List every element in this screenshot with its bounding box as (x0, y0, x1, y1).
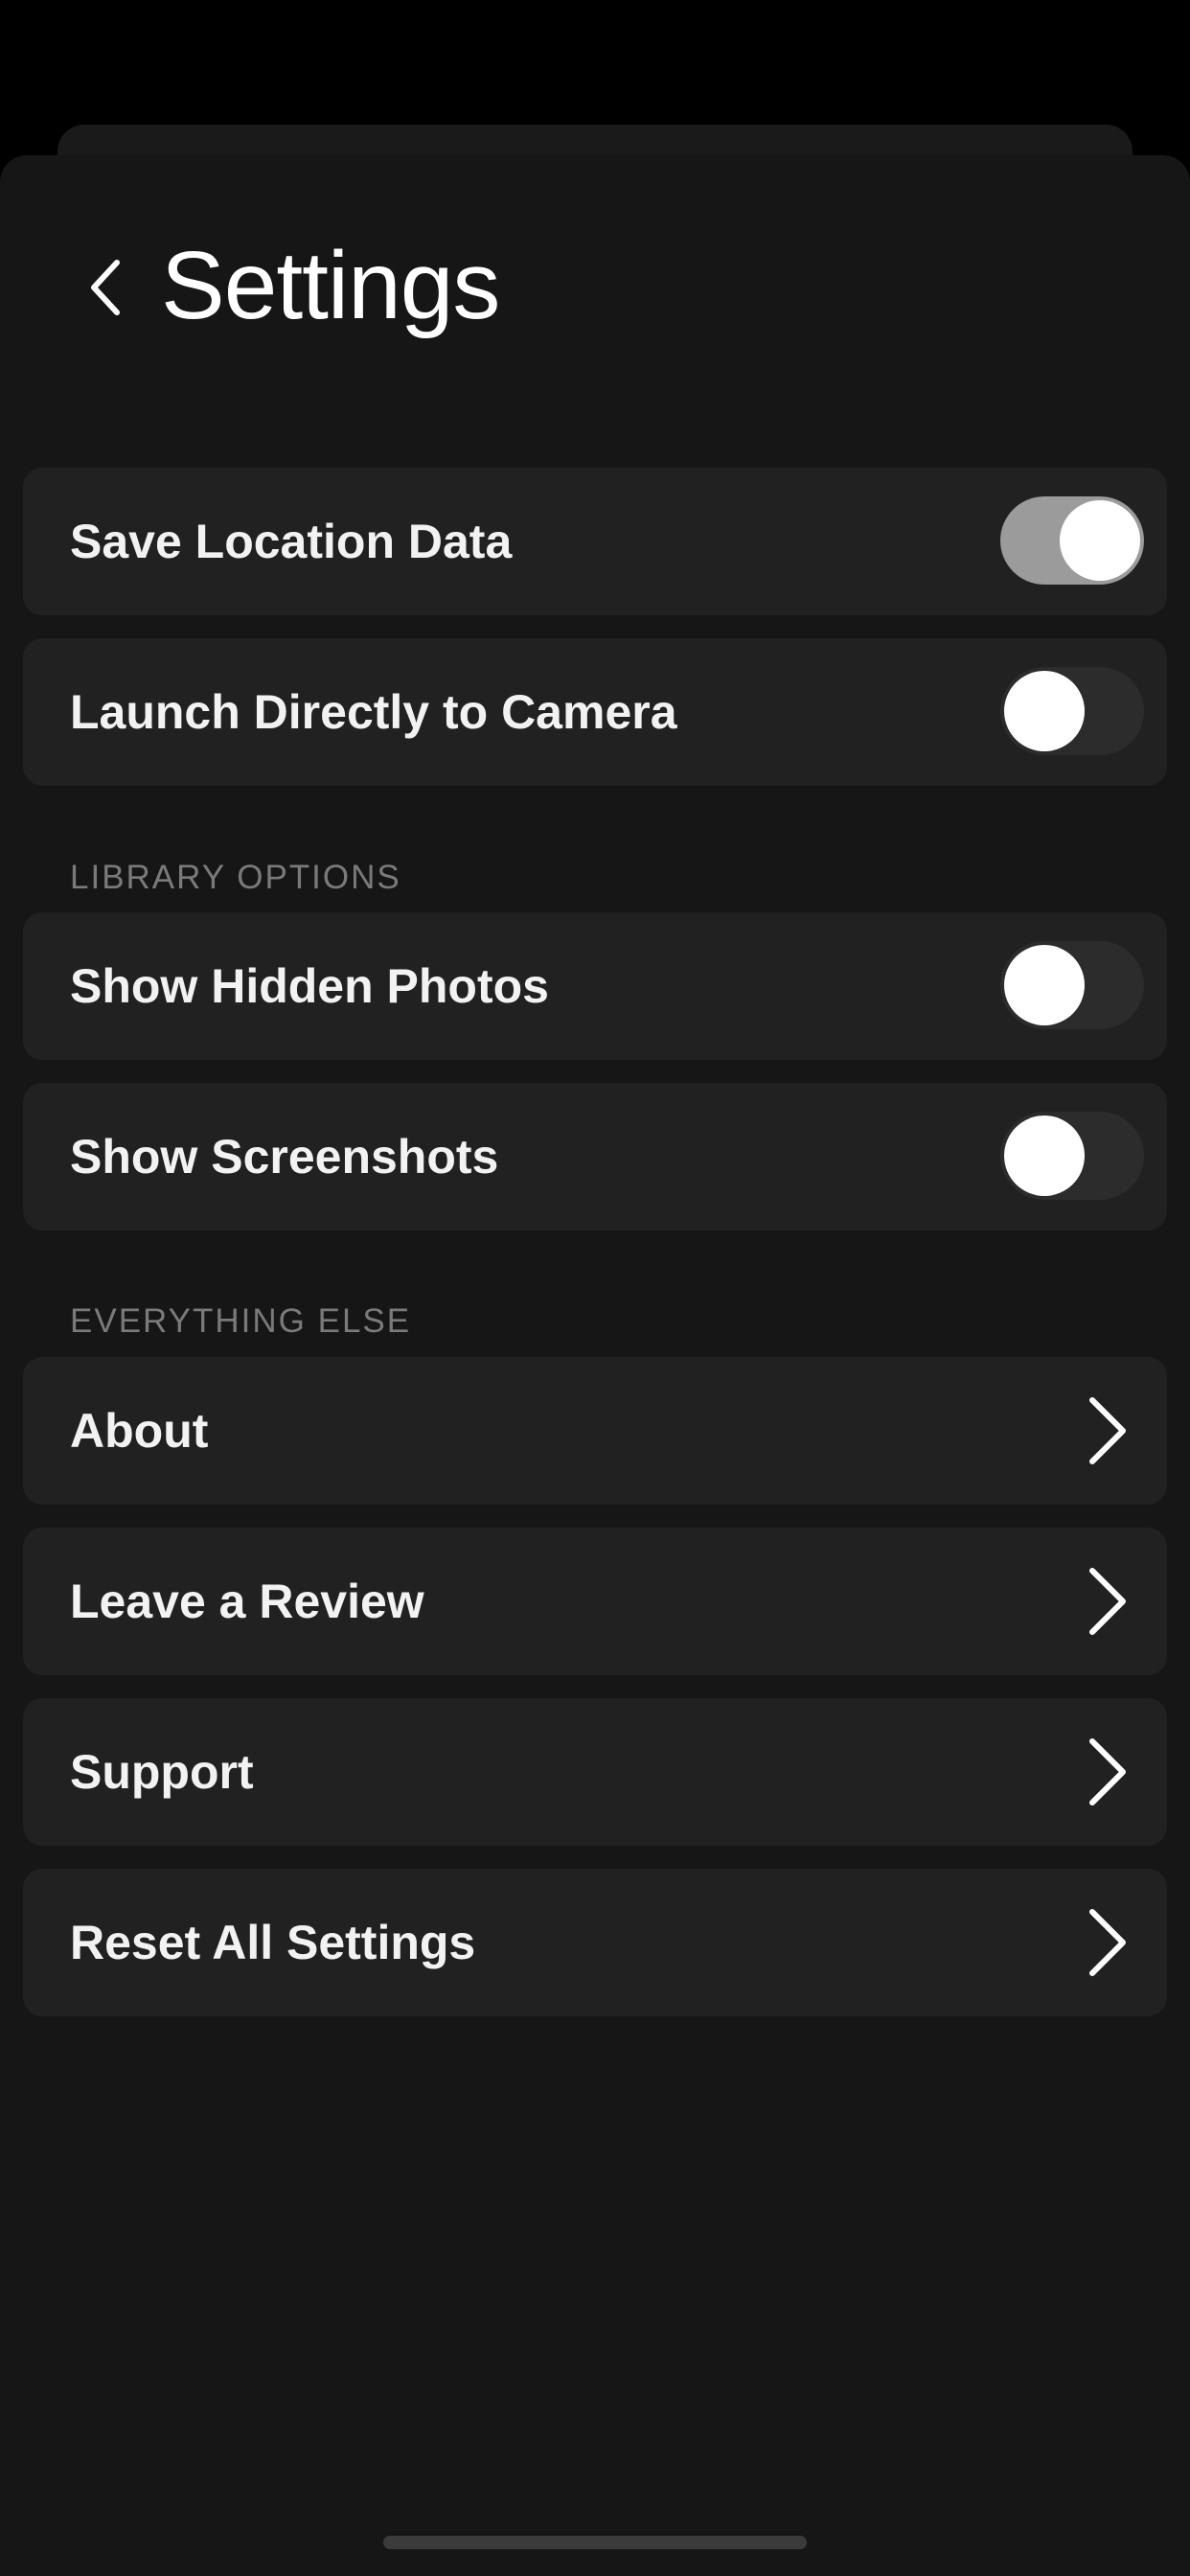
show-screenshots-toggle[interactable] (1000, 1112, 1144, 1200)
save-location-data-label: Save Location Data (70, 515, 513, 568)
chevron-right-icon (1089, 1738, 1126, 1806)
toggle-knob (1060, 500, 1140, 581)
chevron-right-icon (1089, 1909, 1126, 1976)
show-hidden-photos-row: Show Hidden Photos (23, 912, 1167, 1060)
about-label: About (70, 1404, 209, 1458)
reset-all-settings-row[interactable]: Reset All Settings (23, 1869, 1167, 2016)
toggle-knob (1004, 945, 1085, 1025)
back-button[interactable] (77, 249, 134, 326)
chevron-left-icon (91, 260, 120, 315)
save-location-data-toggle[interactable] (1000, 496, 1144, 585)
show-screenshots-label: Show Screenshots (70, 1130, 499, 1184)
screen: Settings Save Location Data Launch Direc… (0, 0, 1190, 2576)
show-hidden-photos-label: Show Hidden Photos (70, 959, 549, 1013)
show-hidden-photos-toggle[interactable] (1000, 941, 1144, 1029)
library-options-header: LIBRARY OPTIONS (70, 859, 401, 896)
launch-to-camera-label: Launch Directly to Camera (70, 685, 677, 739)
chevron-right-icon (1089, 1397, 1126, 1464)
save-location-data-row: Save Location Data (23, 468, 1167, 615)
show-screenshots-row: Show Screenshots (23, 1083, 1167, 1230)
reset-all-settings-label: Reset All Settings (70, 1916, 476, 1969)
header: Settings (0, 211, 1190, 364)
about-row[interactable]: About (23, 1357, 1167, 1505)
everything-else-header: EVERYTHING ELSE (70, 1302, 412, 1340)
page-title: Settings (161, 232, 500, 339)
toggle-knob (1004, 671, 1085, 751)
chevron-right-icon (1089, 1568, 1126, 1635)
support-row[interactable]: Support (23, 1698, 1167, 1846)
support-label: Support (70, 1745, 254, 1799)
launch-to-camera-row: Launch Directly to Camera (23, 638, 1167, 786)
home-indicator[interactable] (383, 2536, 807, 2549)
leave-a-review-label: Leave a Review (70, 1575, 424, 1628)
launch-to-camera-toggle[interactable] (1000, 667, 1144, 755)
toggle-knob (1004, 1116, 1085, 1196)
leave-a-review-row[interactable]: Leave a Review (23, 1528, 1167, 1675)
